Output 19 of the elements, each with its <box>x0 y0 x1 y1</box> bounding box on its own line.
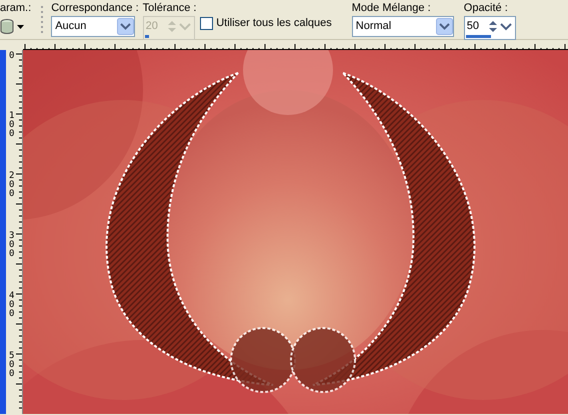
tolerance-label: Tolérance : <box>142 2 196 15</box>
opacity-label: Opacité : <box>464 2 509 15</box>
ruler-label: 400 <box>9 292 15 319</box>
blend-mode-dropdown[interactable]: Normal <box>352 16 454 37</box>
opacity-field[interactable]: 50 <box>464 16 516 40</box>
ruler-label: 500 <box>9 352 15 379</box>
blend-mode-label: Mode Mélange : <box>352 2 432 15</box>
ruler-label: 300 <box>9 232 15 259</box>
match-label: Correspondance : <box>51 2 139 15</box>
use-all-layers-checkbox[interactable] <box>200 17 214 30</box>
presets-icon[interactable] <box>0 19 14 34</box>
ruler-label: 100 <box>9 112 15 139</box>
ruler-label: 0 <box>9 52 15 61</box>
spin-arrows-icon[interactable] <box>486 18 513 35</box>
dropdown-caret-icon[interactable] <box>16 24 24 28</box>
use-all-layers-label: Utiliser tous les calques <box>216 17 332 30</box>
presets-label: aram.: <box>0 2 32 15</box>
ruler-label: 200 <box>9 172 15 199</box>
match-dropdown[interactable]: Aucun <box>51 16 136 37</box>
